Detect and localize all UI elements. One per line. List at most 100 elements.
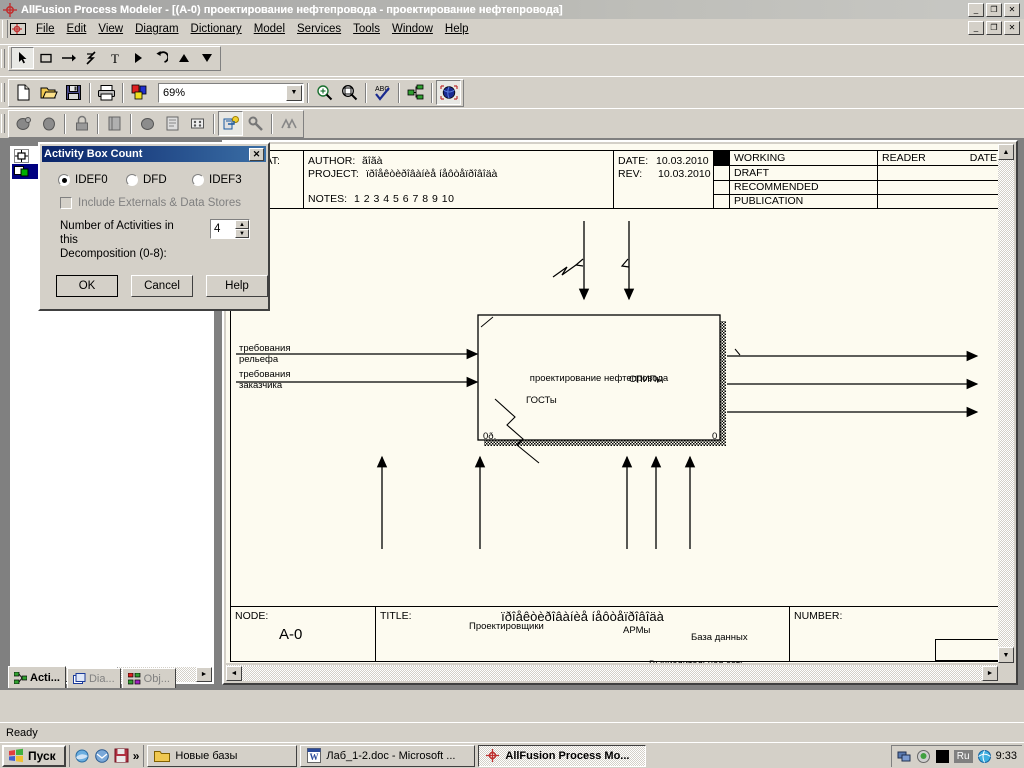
mdi-close-button[interactable]: ✕: [1004, 21, 1020, 35]
network-icon[interactable]: [897, 749, 912, 764]
color-palette-icon[interactable]: [127, 80, 152, 105]
control-label-gosty[interactable]: ГОСТы: [526, 395, 557, 406]
ok-button[interactable]: OK: [56, 275, 118, 297]
activity-count-stepper[interactable]: 4 ▲ ▼: [210, 219, 250, 239]
control-label-spipy[interactable]: СПИПы: [629, 374, 663, 385]
model-tree-icon[interactable]: [403, 80, 428, 105]
radio-dfd[interactable]: DFD: [126, 174, 192, 186]
internet-explorer-icon[interactable]: [74, 748, 90, 764]
diagram-scroll-up-button[interactable]: ▲: [998, 144, 1014, 160]
save-icon[interactable]: [114, 748, 129, 763]
new-file-icon[interactable]: [11, 80, 36, 105]
mdi-minimize-button[interactable]: _: [968, 21, 984, 35]
spin-down-button[interactable]: ▼: [235, 229, 249, 238]
radio-idef0-indicator[interactable]: [58, 174, 70, 186]
outlook-express-icon[interactable]: [94, 748, 110, 764]
diagram-vertical-scrollbar[interactable]: ▲ ▼: [998, 144, 1014, 663]
black-square-icon[interactable]: [935, 749, 950, 764]
zoom-region-icon[interactable]: [337, 80, 362, 105]
input-label-2-line1[interactable]: требования: [239, 369, 290, 380]
standard-toolbar-grip[interactable]: [1, 83, 5, 102]
menu-item-model[interactable]: Model: [248, 21, 291, 37]
undo-arrow-tool-icon[interactable]: [149, 47, 172, 69]
tab-objects[interactable]: Obj...: [121, 668, 176, 688]
spin-up-button[interactable]: ▲: [235, 220, 249, 229]
activity-box-name[interactable]: проектирование нефтепровода: [491, 373, 707, 384]
menu-item-dictionary[interactable]: Dictionary: [185, 21, 248, 37]
menu-item-window[interactable]: Window: [386, 21, 439, 37]
grid-icon[interactable]: [185, 111, 210, 136]
taskbar-button-word[interactable]: W Лаб_1-2.doc - Microsoft ...: [300, 744, 476, 767]
squiggle-tool-icon[interactable]: [80, 47, 103, 69]
save-disk-icon[interactable]: [61, 80, 86, 105]
udp-icon[interactable]: [11, 111, 36, 136]
menubar-grip[interactable]: [2, 20, 8, 38]
language-globe-icon[interactable]: [977, 749, 992, 764]
dictionary-icon[interactable]: [102, 111, 127, 136]
close-button[interactable]: ✕: [1004, 2, 1020, 17]
udp-alt-icon[interactable]: [36, 111, 61, 136]
diagram-canvas[interactable]: USED AT: AUTHOR: ãîãà PROJECT: ïðîåêòèðî…: [226, 144, 998, 663]
radio-idef0[interactable]: IDEF0: [58, 174, 126, 186]
menu-item-diagram[interactable]: Diagram: [129, 21, 184, 37]
menu-item-edit[interactable]: Edit: [61, 21, 93, 37]
input-label-1-line2[interactable]: рельефа: [239, 354, 278, 365]
link-icon[interactable]: [243, 111, 268, 136]
clock[interactable]: 9:33: [996, 750, 1017, 762]
open-folder-icon[interactable]: [36, 80, 61, 105]
number-value-box[interactable]: [935, 639, 998, 661]
spell-check-icon[interactable]: ABC: [370, 80, 395, 105]
diagram-horizontal-scrollbar[interactable]: ◄ ►: [226, 665, 998, 681]
mdi-child-icon[interactable]: [10, 21, 26, 37]
export-icon[interactable]: [218, 111, 243, 136]
chevron-more-icon[interactable]: »: [133, 749, 140, 763]
globe-icon[interactable]: [436, 80, 461, 105]
play-tool-icon[interactable]: [126, 47, 149, 69]
report-icon[interactable]: [160, 111, 185, 136]
menu-item-view[interactable]: View: [92, 21, 129, 37]
language-indicator[interactable]: Ru: [953, 749, 973, 763]
tab-activities[interactable]: Acti...: [8, 666, 66, 688]
diagram-scroll-down-button[interactable]: ▼: [998, 647, 1014, 663]
minimize-button[interactable]: _: [968, 2, 984, 17]
text-tool-icon[interactable]: T: [103, 47, 126, 69]
menu-item-file[interactable]: File: [30, 21, 61, 37]
status-marker-working[interactable]: [714, 151, 729, 165]
down-triangle-tool-icon[interactable]: [195, 47, 218, 69]
diagram-hscroll-track[interactable]: [242, 665, 982, 681]
up-triangle-tool-icon[interactable]: [172, 47, 195, 69]
zoom-in-icon[interactable]: [312, 80, 337, 105]
cancel-button[interactable]: Cancel: [131, 275, 193, 297]
start-button[interactable]: Пуск: [2, 744, 66, 767]
print-icon[interactable]: [94, 80, 119, 105]
menu-item-services[interactable]: Services: [291, 21, 347, 37]
input-label-2-line2[interactable]: заказчика: [239, 380, 282, 391]
activity-count-value[interactable]: 4: [211, 220, 235, 238]
lock-icon[interactable]: [69, 111, 94, 136]
chevron-down-icon[interactable]: ▼: [286, 84, 302, 101]
model-toolbar-grip[interactable]: [1, 114, 5, 133]
radio-idef3[interactable]: IDEF3: [192, 174, 242, 186]
mdi-restore-button[interactable]: ❐: [986, 21, 1002, 35]
taskbar-button-allfusion[interactable]: AllFusion Process Mo...: [478, 744, 647, 767]
input-label-1-line1[interactable]: требования: [239, 343, 290, 354]
activity-props-icon[interactable]: [135, 111, 160, 136]
menu-item-tools[interactable]: Tools: [347, 21, 386, 37]
maximize-button[interactable]: ❐: [986, 2, 1002, 17]
activity-box-tool-icon[interactable]: [34, 47, 57, 69]
merge-icon[interactable]: [276, 111, 301, 136]
arrow-tool-icon[interactable]: [57, 47, 80, 69]
menu-item-help[interactable]: Help: [439, 21, 475, 37]
dialog-close-button[interactable]: ✕: [249, 147, 264, 161]
antivirus-icon[interactable]: [916, 749, 931, 764]
taskbar-button-folder[interactable]: Новые базы: [147, 744, 298, 767]
tab-diagrams[interactable]: Dia...: [66, 668, 121, 688]
help-button[interactable]: Help: [206, 275, 268, 297]
diagram-scroll-left-button[interactable]: ◄: [226, 665, 242, 681]
radio-idef3-indicator[interactable]: [192, 174, 204, 186]
radio-dfd-indicator[interactable]: [126, 174, 138, 186]
drawing-toolbar-grip[interactable]: [1, 48, 5, 68]
pointer-tool-icon[interactable]: [11, 47, 34, 69]
diagram-scroll-right-button[interactable]: ►: [982, 665, 998, 681]
zoom-combobox[interactable]: 69% ▼: [158, 82, 304, 103]
